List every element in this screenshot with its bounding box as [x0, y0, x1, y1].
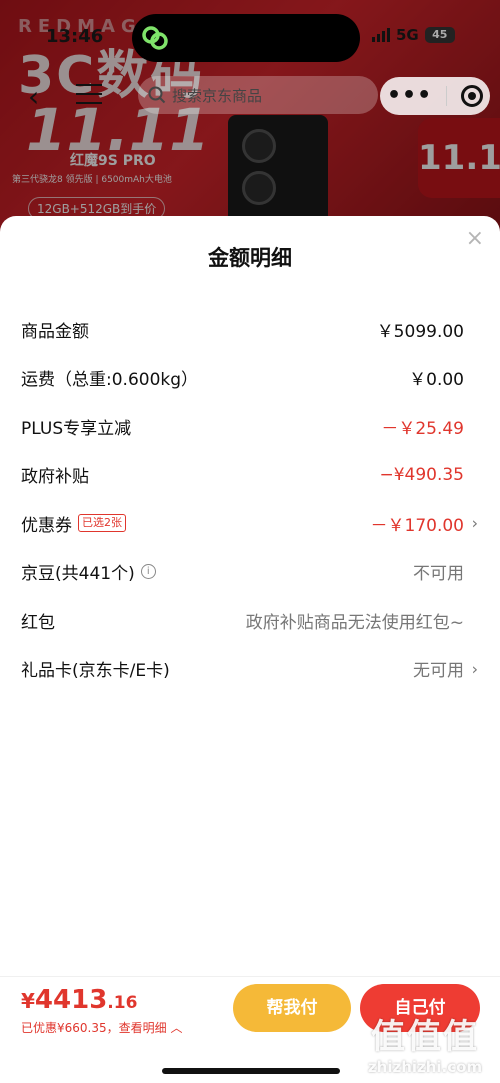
- close-miniapp-icon[interactable]: [461, 85, 484, 107]
- total-integer: 4413: [34, 985, 108, 1015]
- home-indicator[interactable]: [162, 1068, 340, 1074]
- row-label: 京豆(共441个) i: [21, 559, 156, 584]
- currency-symbol: ¥: [21, 989, 35, 1013]
- site-watermark: 值值值 zhizhizhi.com: [350, 1009, 500, 1083]
- row-value: －￥170.00: [370, 515, 464, 536]
- row-label: 礼品卡(京东卡/E卡): [21, 661, 170, 682]
- row-label: 政府补贴: [21, 467, 89, 488]
- help-pay-button[interactable]: 帮我付: [233, 984, 351, 1032]
- watermark-site: zhizhizhi.com: [367, 1058, 483, 1076]
- row-label: PLUS专享立减: [21, 418, 132, 439]
- status-indicators: 5G 45: [372, 26, 455, 44]
- row-shipping: 运费（总重:0.600kg） ￥0.00: [0, 354, 500, 403]
- network-type: 5G: [396, 26, 419, 44]
- status-time: 13:46: [46, 26, 104, 47]
- row-value: ￥5099.00: [376, 321, 464, 342]
- row-label: 运费（总重:0.600kg）: [21, 370, 199, 391]
- menu-icon[interactable]: [76, 84, 102, 111]
- watermark-logo: 值值值: [371, 1017, 479, 1057]
- battery-icon: 45: [424, 27, 455, 43]
- row-coupon[interactable]: 优惠券 已选2张 －￥170.00 ›: [0, 499, 500, 548]
- more-icon[interactable]: •••: [387, 85, 432, 107]
- payment-bar: ¥4413.16 已优惠¥660.35，查看明细 ︿ 帮我付 自己付 值值值 z…: [0, 976, 500, 1083]
- row-value: －￥25.49: [381, 418, 464, 439]
- total-price: ¥4413.16: [21, 985, 137, 1015]
- view-detail-link[interactable]: 已优惠¥660.35，查看明细 ︿: [21, 1019, 182, 1036]
- row-plus-discount: PLUS专享立减 －￥25.49: [0, 402, 500, 451]
- screen: REDMAGIC 3C数码 11.11 红魔9S PRO 第三代骁龙8 领先版 …: [0, 0, 500, 1083]
- amount-detail-sheet: × 金额明细 商品金额 ￥5099.00 运费（总重:0.600kg） ￥0.0…: [0, 216, 500, 1083]
- link-rings-icon: [142, 26, 168, 50]
- info-icon[interactable]: i: [140, 564, 156, 580]
- row-jd-beans: 京豆(共441个) i 不可用: [0, 548, 500, 597]
- search-input[interactable]: 搜索京东商品: [138, 76, 378, 114]
- detail-list: 商品金额 ￥5099.00 运费（总重:0.600kg） ￥0.00 PLUS专…: [0, 305, 500, 693]
- coupon-label: 优惠券: [21, 515, 72, 536]
- row-gov-subsidy: 政府补贴 −¥490.35: [0, 451, 500, 500]
- jd-beans-label: 京豆(共441个): [21, 564, 135, 585]
- row-value: −¥490.35: [379, 464, 464, 485]
- back-icon[interactable]: ‹: [28, 80, 39, 113]
- row-red-packet: 红包 政府补贴商品无法使用红包~: [0, 596, 500, 645]
- row-value: 无可用: [413, 661, 464, 682]
- row-value: 不可用: [413, 564, 464, 585]
- row-label: 优惠券 已选2张: [21, 511, 126, 536]
- miniapp-capsule: •••: [380, 77, 490, 115]
- chevron-right-icon: ›: [471, 659, 478, 679]
- signal-icon: [372, 28, 390, 42]
- row-gift-card[interactable]: 礼品卡(京东卡/E卡) 无可用 ›: [0, 645, 500, 694]
- dynamic-island: [132, 14, 360, 62]
- capsule-divider: [446, 86, 448, 106]
- sheet-title: 金额明细: [208, 246, 292, 270]
- row-value: 政府补贴商品无法使用红包~: [245, 612, 464, 633]
- search-icon: [148, 86, 166, 104]
- coupon-selected-tag: 已选2张: [78, 514, 126, 533]
- total-decimal: .16: [107, 993, 138, 1013]
- row-value: ￥0.00: [409, 370, 464, 391]
- row-label: 红包: [21, 612, 55, 633]
- row-goods-amount: 商品金额 ￥5099.00: [0, 305, 500, 354]
- search-placeholder: 搜索京东商品: [172, 86, 263, 105]
- chevron-right-icon: ›: [471, 513, 478, 533]
- row-label: 商品金额: [21, 321, 89, 342]
